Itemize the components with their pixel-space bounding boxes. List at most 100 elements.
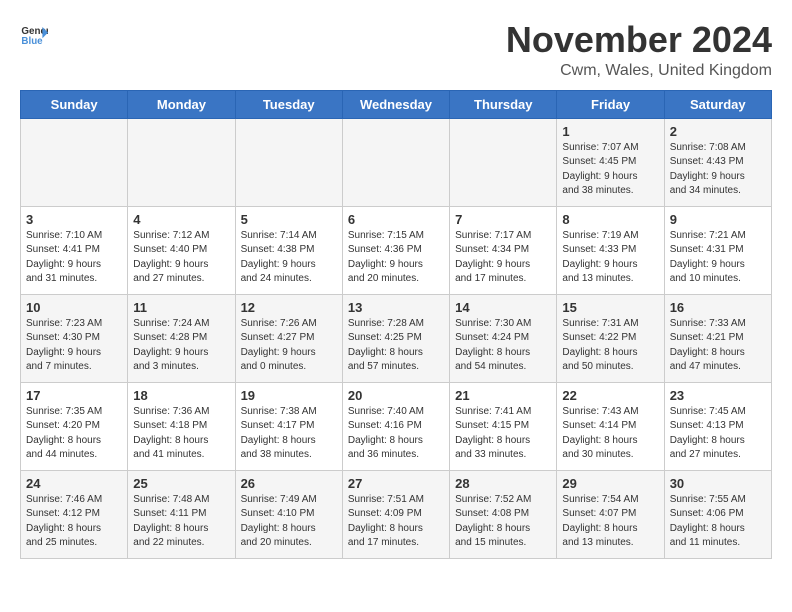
day-number: 19: [241, 388, 337, 403]
day-info: Sunrise: 7:28 AMSunset: 4:25 PMDaylight:…: [348, 317, 444, 375]
day-info: Sunrise: 7:14 AMSunset: 4:38 PMDaylight:…: [241, 229, 337, 287]
day-info: Sunrise: 7:38 AMSunset: 4:17 PMDaylight:…: [241, 405, 337, 463]
day-info: Sunrise: 7:46 AMSunset: 4:12 PMDaylight:…: [26, 493, 122, 551]
calendar-cell: 26 Sunrise: 7:49 AMSunset: 4:10 PMDayligh…: [235, 470, 342, 558]
calendar-cell: 14 Sunrise: 7:30 AMSunset: 4:24 PMDayligh…: [450, 294, 557, 382]
calendar-table: SundayMondayTuesdayWednesdayThursdayFrid…: [20, 90, 772, 559]
calendar-cell: 30 Sunrise: 7:55 AMSunset: 4:06 PMDayligh…: [664, 470, 771, 558]
day-number: 9: [670, 212, 766, 227]
day-number: 2: [670, 124, 766, 139]
day-info: Sunrise: 7:08 AMSunset: 4:43 PMDaylight:…: [670, 141, 766, 199]
day-number: 11: [133, 300, 229, 315]
day-number: 25: [133, 476, 229, 491]
day-number: 22: [562, 388, 658, 403]
day-number: 3: [26, 212, 122, 227]
logo: General Blue: [20, 20, 48, 48]
day-of-week-header: Thursday: [450, 90, 557, 118]
day-info: Sunrise: 7:19 AMSunset: 4:33 PMDaylight:…: [562, 229, 658, 287]
day-number: 20: [348, 388, 444, 403]
calendar-cell: 2 Sunrise: 7:08 AMSunset: 4:43 PMDaylight…: [664, 118, 771, 206]
calendar-cell: 12Sunrise: 7:26 AMSunset: 4:27 PMDayligh…: [235, 294, 342, 382]
day-info: Sunrise: 7:15 AMSunset: 4:36 PMDaylight:…: [348, 229, 444, 287]
calendar-cell: 10Sunrise: 7:23 AMSunset: 4:30 PMDayligh…: [21, 294, 128, 382]
calendar-cell: [450, 118, 557, 206]
calendar-cell: 25 Sunrise: 7:48 AMSunset: 4:11 PMDayligh…: [128, 470, 235, 558]
month-title: November 2024: [506, 20, 772, 60]
day-number: 15: [562, 300, 658, 315]
calendar-cell: 23 Sunrise: 7:45 AMSunset: 4:13 PMDayligh…: [664, 382, 771, 470]
day-number: 27: [348, 476, 444, 491]
day-info: Sunrise: 7:30 AMSunset: 4:24 PMDaylight:…: [455, 317, 551, 375]
day-number: 14: [455, 300, 551, 315]
day-number: 7: [455, 212, 551, 227]
day-number: 5: [241, 212, 337, 227]
header: General Blue November 2024 Cwm, Wales, U…: [20, 20, 772, 80]
day-info: Sunrise: 7:26 AMSunset: 4:27 PMDaylight:…: [241, 317, 337, 375]
day-of-week-header: Monday: [128, 90, 235, 118]
calendar-cell: 15 Sunrise: 7:31 AMSunset: 4:22 PMDayligh…: [557, 294, 664, 382]
calendar-cell: [128, 118, 235, 206]
day-number: 17: [26, 388, 122, 403]
calendar-cell: 3 Sunrise: 7:10 AMSunset: 4:41 PMDaylight…: [21, 206, 128, 294]
calendar-cell: 28 Sunrise: 7:52 AMSunset: 4:08 PMDayligh…: [450, 470, 557, 558]
calendar-cell: 6 Sunrise: 7:15 AMSunset: 4:36 PMDaylight…: [342, 206, 449, 294]
day-number: 28: [455, 476, 551, 491]
calendar-cell: [21, 118, 128, 206]
calendar-cell: [342, 118, 449, 206]
day-info: Sunrise: 7:48 AMSunset: 4:11 PMDaylight:…: [133, 493, 229, 551]
calendar-cell: 18 Sunrise: 7:36 AMSunset: 4:18 PMDayligh…: [128, 382, 235, 470]
calendar-cell: [235, 118, 342, 206]
day-info: Sunrise: 7:55 AMSunset: 4:06 PMDaylight:…: [670, 493, 766, 551]
svg-text:Blue: Blue: [21, 36, 43, 47]
calendar-cell: 20 Sunrise: 7:40 AMSunset: 4:16 PMDayligh…: [342, 382, 449, 470]
day-number: 23: [670, 388, 766, 403]
day-info: Sunrise: 7:21 AMSunset: 4:31 PMDaylight:…: [670, 229, 766, 287]
day-number: 4: [133, 212, 229, 227]
day-number: 18: [133, 388, 229, 403]
day-info: Sunrise: 7:24 AMSunset: 4:28 PMDaylight:…: [133, 317, 229, 375]
day-number: 29: [562, 476, 658, 491]
calendar-cell: 13 Sunrise: 7:28 AMSunset: 4:25 PMDayligh…: [342, 294, 449, 382]
day-info: Sunrise: 7:36 AMSunset: 4:18 PMDaylight:…: [133, 405, 229, 463]
day-of-week-header: Sunday: [21, 90, 128, 118]
day-info: Sunrise: 7:12 AMSunset: 4:40 PMDaylight:…: [133, 229, 229, 287]
calendar-cell: 5 Sunrise: 7:14 AMSunset: 4:38 PMDaylight…: [235, 206, 342, 294]
day-info: Sunrise: 7:49 AMSunset: 4:10 PMDaylight:…: [241, 493, 337, 551]
day-number: 8: [562, 212, 658, 227]
day-number: 1: [562, 124, 658, 139]
day-info: Sunrise: 7:40 AMSunset: 4:16 PMDaylight:…: [348, 405, 444, 463]
calendar-cell: 17 Sunrise: 7:35 AMSunset: 4:20 PMDayligh…: [21, 382, 128, 470]
day-info: Sunrise: 7:33 AMSunset: 4:21 PMDaylight:…: [670, 317, 766, 375]
day-number: 30: [670, 476, 766, 491]
day-info: Sunrise: 7:07 AMSunset: 4:45 PMDaylight:…: [562, 141, 658, 199]
day-info: Sunrise: 7:43 AMSunset: 4:14 PMDaylight:…: [562, 405, 658, 463]
title-area: November 2024 Cwm, Wales, United Kingdom: [506, 20, 772, 80]
day-info: Sunrise: 7:17 AMSunset: 4:34 PMDaylight:…: [455, 229, 551, 287]
location-title: Cwm, Wales, United Kingdom: [506, 62, 772, 80]
day-info: Sunrise: 7:45 AMSunset: 4:13 PMDaylight:…: [670, 405, 766, 463]
logo-icon: General Blue: [20, 20, 48, 48]
day-of-week-header: Tuesday: [235, 90, 342, 118]
day-of-week-header: Saturday: [664, 90, 771, 118]
day-info: Sunrise: 7:51 AMSunset: 4:09 PMDaylight:…: [348, 493, 444, 551]
calendar-cell: 8 Sunrise: 7:19 AMSunset: 4:33 PMDaylight…: [557, 206, 664, 294]
calendar-cell: 9 Sunrise: 7:21 AMSunset: 4:31 PMDaylight…: [664, 206, 771, 294]
day-number: 10: [26, 300, 122, 315]
day-number: 13: [348, 300, 444, 315]
day-number: 6: [348, 212, 444, 227]
day-info: Sunrise: 7:31 AMSunset: 4:22 PMDaylight:…: [562, 317, 658, 375]
day-info: Sunrise: 7:41 AMSunset: 4:15 PMDaylight:…: [455, 405, 551, 463]
day-number: 26: [241, 476, 337, 491]
calendar-cell: 29 Sunrise: 7:54 AMSunset: 4:07 PMDayligh…: [557, 470, 664, 558]
day-info: Sunrise: 7:52 AMSunset: 4:08 PMDaylight:…: [455, 493, 551, 551]
calendar-cell: 22 Sunrise: 7:43 AMSunset: 4:14 PMDayligh…: [557, 382, 664, 470]
day-number: 24: [26, 476, 122, 491]
calendar-cell: 1 Sunrise: 7:07 AMSunset: 4:45 PMDaylight…: [557, 118, 664, 206]
calendar-cell: 4 Sunrise: 7:12 AMSunset: 4:40 PMDaylight…: [128, 206, 235, 294]
day-info: Sunrise: 7:54 AMSunset: 4:07 PMDaylight:…: [562, 493, 658, 551]
day-info: Sunrise: 7:35 AMSunset: 4:20 PMDaylight:…: [26, 405, 122, 463]
day-info: Sunrise: 7:10 AMSunset: 4:41 PMDaylight:…: [26, 229, 122, 287]
calendar-cell: 27 Sunrise: 7:51 AMSunset: 4:09 PMDayligh…: [342, 470, 449, 558]
day-number: 16: [670, 300, 766, 315]
calendar-cell: 19 Sunrise: 7:38 AMSunset: 4:17 PMDayligh…: [235, 382, 342, 470]
